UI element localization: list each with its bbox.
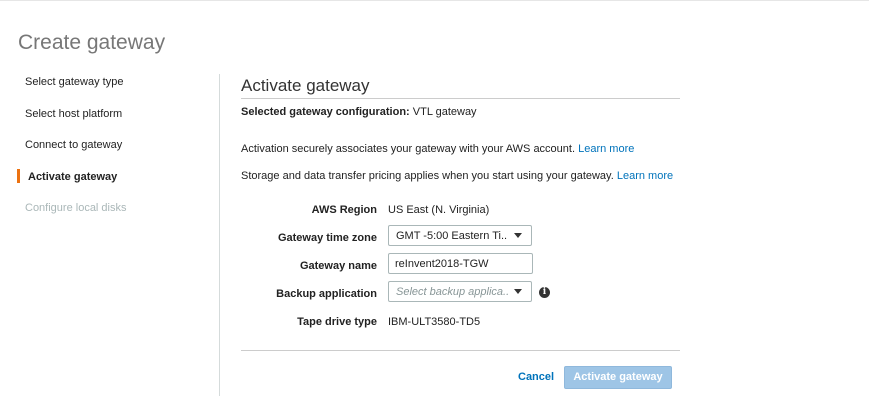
pricing-learn-more-link[interactable]: Learn more bbox=[617, 170, 673, 182]
config-value: VTL gateway bbox=[412, 106, 477, 118]
backup-application-label: Backup application bbox=[276, 288, 377, 300]
step-activate-gateway[interactable]: Activate gateway bbox=[28, 171, 117, 183]
pricing-text: Storage and data transfer pricing applie… bbox=[241, 170, 614, 182]
backup-application-placeholder: Select backup applica... bbox=[396, 286, 508, 298]
pricing-note: Storage and data transfer pricing applie… bbox=[241, 170, 673, 182]
gateway-configuration: Selected gateway configuration: VTL gate… bbox=[241, 106, 477, 118]
chevron-down-icon bbox=[514, 233, 522, 238]
section-title: Activate gateway bbox=[241, 76, 370, 95]
cancel-button[interactable]: Cancel bbox=[518, 371, 554, 383]
active-step-marker bbox=[17, 169, 20, 183]
activation-learn-more-link[interactable]: Learn more bbox=[578, 143, 634, 155]
backup-application-select[interactable]: Select backup applica... bbox=[388, 281, 532, 302]
step-select-host-platform[interactable]: Select host platform bbox=[25, 108, 122, 120]
wizard-steps: Select gateway type Select host platform… bbox=[0, 72, 220, 396]
page-title: Create gateway bbox=[18, 31, 166, 54]
gateway-time-zone-label: Gateway time zone bbox=[277, 232, 377, 244]
aws-region-label: AWS Region bbox=[311, 204, 377, 216]
gateway-time-zone-select[interactable]: GMT -5:00 Eastern Ti... bbox=[388, 225, 532, 246]
activation-text: Activation securely associates your gate… bbox=[241, 143, 576, 155]
tape-drive-type-value: IBM-ULT3580-TD5 bbox=[388, 316, 481, 328]
activation-note: Activation securely associates your gate… bbox=[241, 143, 634, 155]
main-panel: Activate gateway Selected gateway config… bbox=[241, 0, 681, 396]
step-select-gateway-type[interactable]: Select gateway type bbox=[25, 76, 123, 88]
gateway-name-input[interactable] bbox=[388, 253, 533, 274]
activate-gateway-button[interactable]: Activate gateway bbox=[564, 366, 672, 389]
footer-divider bbox=[241, 350, 680, 351]
step-configure-local-disks: Configure local disks bbox=[25, 202, 127, 214]
tape-drive-type-label: Tape drive type bbox=[297, 316, 377, 328]
title-divider bbox=[241, 98, 680, 99]
steps-divider bbox=[219, 74, 220, 396]
config-label: Selected gateway configuration: bbox=[241, 106, 410, 118]
step-connect-to-gateway[interactable]: Connect to gateway bbox=[25, 139, 122, 151]
gateway-name-label: Gateway name bbox=[299, 260, 377, 272]
aws-region-value: US East (N. Virginia) bbox=[388, 204, 490, 216]
info-icon[interactable]: i bbox=[539, 287, 550, 298]
chevron-down-icon bbox=[514, 289, 522, 294]
gateway-time-zone-value: GMT -5:00 Eastern Ti... bbox=[396, 230, 508, 242]
